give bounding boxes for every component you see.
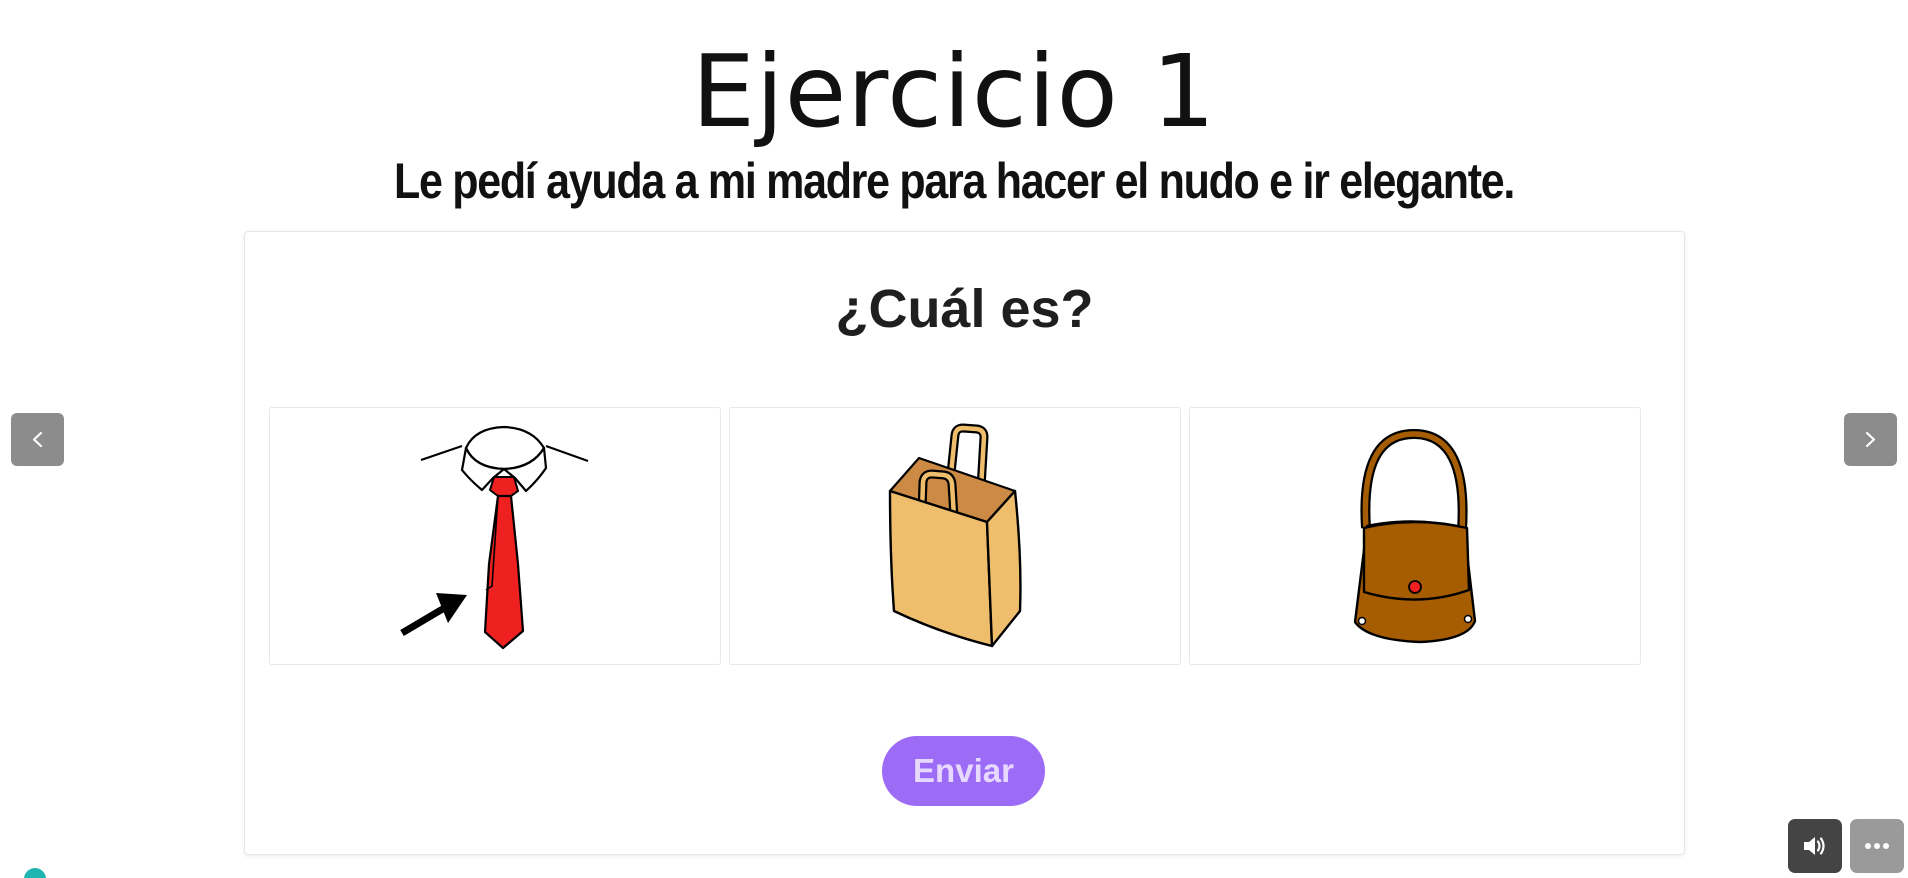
tie-collar-icon: [400, 425, 589, 650]
exercise-page: Ejercicio 1 Le pedí ayuda a mi madre par…: [0, 0, 1908, 878]
chevron-left-icon: [32, 431, 43, 448]
option-tie[interactable]: [269, 407, 721, 665]
sound-button[interactable]: [1788, 819, 1842, 873]
more-dots-icon: [1865, 843, 1889, 849]
more-options-button[interactable]: [1850, 819, 1904, 873]
option-handbag[interactable]: [1189, 407, 1641, 665]
question-text: ¿Cuál es?: [835, 279, 1094, 339]
paper-bag-icon: [888, 423, 1022, 648]
next-button[interactable]: [1844, 413, 1897, 466]
exercise-sentence: Le pedí ayuda a mi madre para hacer el n…: [393, 153, 1515, 209]
exercise-title: Ejercicio 1: [691, 33, 1217, 150]
chevron-right-icon: [1865, 431, 1876, 448]
status-indicator: [24, 868, 46, 878]
prev-button[interactable]: [11, 413, 64, 466]
option-paper-bag[interactable]: [729, 407, 1181, 665]
speaker-icon: [1804, 837, 1825, 855]
handbag-icon: [1353, 428, 1477, 644]
question-card: ¿Cuál es? Enviar: [244, 231, 1685, 855]
answer-options: [269, 407, 1669, 667]
send-button[interactable]: Enviar: [882, 736, 1045, 806]
